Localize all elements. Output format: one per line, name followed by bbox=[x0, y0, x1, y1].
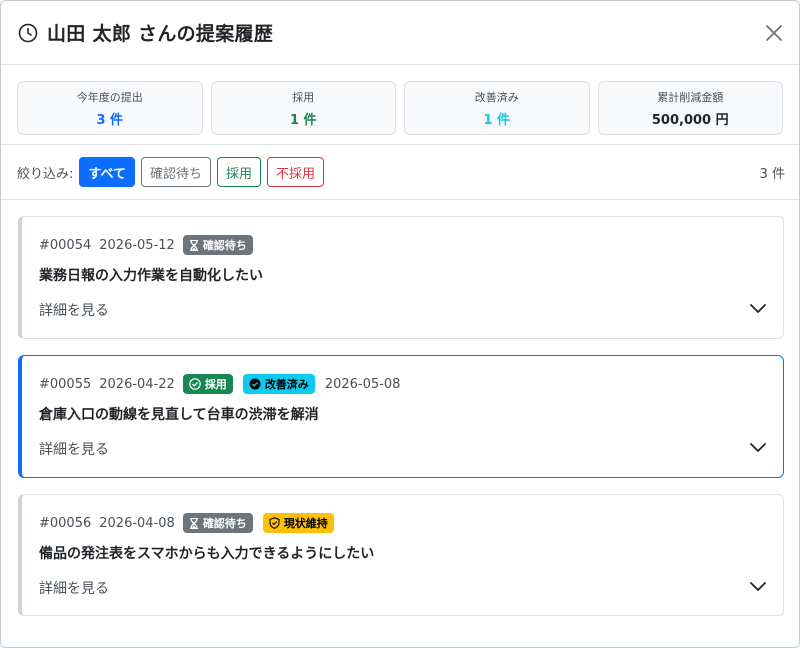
filter-all-button[interactable]: すべて bbox=[79, 157, 135, 187]
filter-adopted-button[interactable]: 採用 bbox=[216, 157, 261, 187]
filter-pending-button[interactable]: 確認待ち bbox=[140, 157, 211, 187]
stat-label: 改善済み bbox=[474, 90, 519, 104]
hourglass-icon bbox=[189, 517, 198, 529]
proposal-card[interactable]: #00054 2026-05-12 確認待ち 業務日報の入力作業を自動化したい … bbox=[18, 216, 784, 339]
view-details-link[interactable]: 詳細を見る bbox=[39, 578, 109, 598]
chevron-down-icon[interactable] bbox=[749, 438, 767, 456]
status-badge: 確認待ち bbox=[182, 235, 253, 255]
proposal-title: 倉庫入口の動線を見直して台車の渋滞を解消 bbox=[39, 407, 319, 423]
modal-header: 山田 太郎 さんの提案履歴 bbox=[1, 1, 799, 65]
badge-label: 確認待ち bbox=[202, 239, 247, 252]
stat-value: 1 件 bbox=[483, 112, 511, 128]
improvement-badge: 現状維持 bbox=[262, 513, 334, 533]
stat-label: 採用 bbox=[292, 90, 315, 104]
proposal-card[interactable]: #00055 2026-04-22 採用 改善済み 2026-05-08 倉庫入… bbox=[18, 355, 784, 478]
filter-bar: 絞り込み: すべて 確認待ち 採用 不採用 3 件 bbox=[1, 145, 799, 200]
stat-savings: 累計削減金額 500,000 円 bbox=[597, 81, 783, 135]
view-details-link[interactable]: 詳細を見る bbox=[39, 439, 109, 459]
chevron-down-icon[interactable] bbox=[749, 299, 767, 317]
stat-improved: 改善済み 1 件 bbox=[404, 81, 590, 135]
improvement-badge: 改善済み bbox=[242, 374, 315, 394]
badge-label: 改善済み bbox=[264, 378, 309, 391]
proposal-number: #00054 bbox=[39, 237, 92, 253]
proposal-number: #00055 bbox=[39, 376, 92, 392]
proposal-history-modal: 山田 太郎 さんの提案履歴 今年度の提出 3 件 採用 1 件 改善済み 1 件… bbox=[0, 0, 800, 648]
view-details-link[interactable]: 詳細を見る bbox=[39, 300, 109, 320]
improvement-date: 2026-05-08 bbox=[324, 376, 401, 392]
proposal-date: 2026-04-08 bbox=[99, 515, 175, 531]
stat-adopted: 採用 1 件 bbox=[210, 81, 396, 135]
card-meta: #00054 2026-05-12 確認待ち bbox=[39, 235, 263, 255]
filter-label: 絞り込み: bbox=[17, 166, 74, 182]
shield-icon bbox=[269, 517, 280, 529]
check-circle-icon bbox=[249, 378, 261, 390]
stat-value: 500,000 円 bbox=[651, 112, 729, 128]
filter-rejected-button[interactable]: 不採用 bbox=[267, 157, 325, 187]
hourglass-icon bbox=[189, 239, 198, 251]
proposal-card[interactable]: #00056 2026-04-08 確認待ち 現状維持 備品の発注表をスマホから… bbox=[18, 494, 784, 616]
proposal-date: 2026-04-22 bbox=[99, 376, 175, 392]
stat-label: 今年度の提出 bbox=[76, 90, 143, 104]
badge-label: 確認待ち bbox=[202, 517, 247, 530]
status-badge: 確認待ち bbox=[182, 513, 253, 533]
badge-label: 現状維持 bbox=[283, 517, 328, 530]
result-count: 3 件 bbox=[759, 166, 785, 182]
proposal-date: 2026-05-12 bbox=[99, 237, 175, 253]
stat-label: 累計削減金額 bbox=[657, 90, 724, 104]
check-circle-icon bbox=[189, 378, 201, 390]
card-meta: #00055 2026-04-22 採用 改善済み 2026-05-08 bbox=[39, 374, 408, 394]
clock-icon bbox=[17, 22, 39, 44]
close-icon[interactable] bbox=[763, 22, 785, 44]
status-badge: 採用 bbox=[182, 374, 233, 394]
modal-title: 山田 太郎 さんの提案履歴 bbox=[47, 23, 274, 45]
badge-label: 採用 bbox=[204, 378, 227, 391]
stat-value: 1 件 bbox=[289, 112, 317, 128]
chevron-down-icon[interactable] bbox=[749, 577, 767, 595]
stat-value: 3 件 bbox=[96, 112, 124, 128]
card-meta: #00056 2026-04-08 確認待ち 現状維持 bbox=[39, 513, 344, 533]
proposal-title: 業務日報の入力作業を自動化したい bbox=[39, 268, 263, 284]
proposal-title: 備品の発注表をスマホからも入力できるようにしたい bbox=[39, 546, 375, 562]
proposal-number: #00056 bbox=[39, 515, 92, 531]
stat-submitted: 今年度の提出 3 件 bbox=[17, 81, 203, 135]
